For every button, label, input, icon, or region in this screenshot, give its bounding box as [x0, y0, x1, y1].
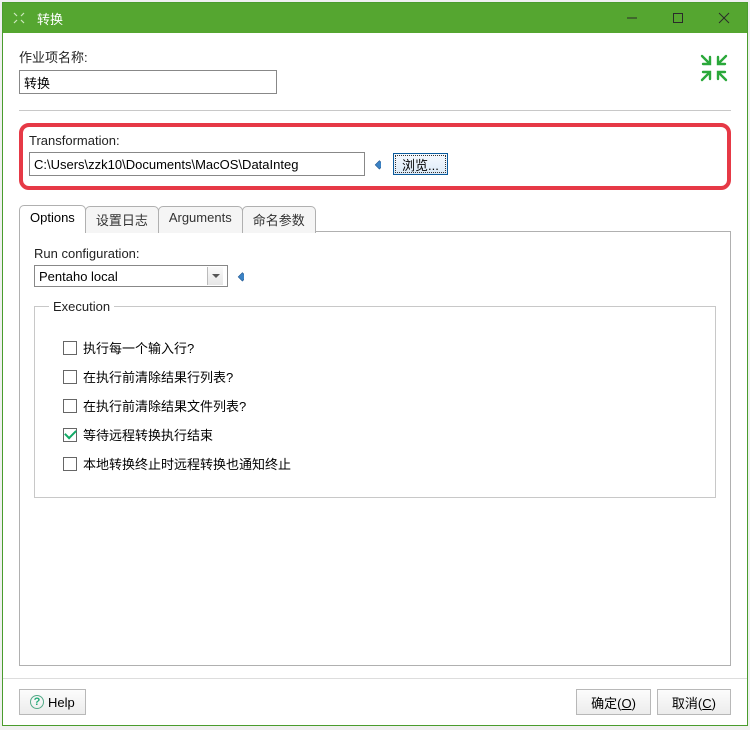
minimize-button[interactable] — [609, 3, 655, 33]
window-buttons — [609, 3, 747, 33]
cancel-button[interactable]: 取消(C) — [657, 689, 731, 715]
browse-button[interactable]: 浏览... — [393, 153, 448, 175]
collapse-icon[interactable] — [699, 53, 729, 86]
checkbox[interactable] — [63, 457, 77, 471]
checkbox[interactable] — [63, 341, 77, 355]
checkbox-row: 执行每一个输入行? — [63, 338, 701, 357]
tab-options[interactable]: Options — [19, 205, 86, 232]
dialog-body: 作业项名称: Transformation: 浏览... Options 设置日… — [3, 33, 747, 678]
titlebar: 转换 — [3, 3, 747, 33]
checkbox-row: 在执行前清除结果行列表? — [63, 367, 701, 386]
transformation-highlight: Transformation: 浏览... — [19, 123, 731, 190]
checkbox-label: 等待远程转换执行结束 — [83, 425, 213, 444]
checkbox-label: 执行每一个输入行? — [83, 338, 194, 357]
ok-button[interactable]: 确定(O) — [576, 689, 651, 715]
checkbox[interactable] — [63, 399, 77, 413]
variable-icon[interactable] — [369, 158, 381, 170]
checkbox-row: 在执行前清除结果文件列表? — [63, 396, 701, 415]
execution-group: Execution 执行每一个输入行? 在执行前清除结果行列表? 在执行前清除结果文… — [34, 299, 716, 498]
checkbox-row: 等待远程转换执行结束 — [63, 425, 701, 444]
execution-legend: Execution — [49, 299, 114, 314]
run-config-select[interactable]: Pentaho local — [34, 265, 228, 287]
tab-area: Options 设置日志 Arguments 命名参数 Run configur… — [19, 200, 731, 666]
checkbox[interactable] — [63, 428, 77, 442]
checkbox-label: 本地转换终止时远程转换也通知终止 — [83, 454, 291, 473]
job-name-label: 作业项名称: — [19, 47, 731, 66]
job-name-field: 作业项名称: — [19, 47, 731, 94]
tab-content-options: Run configuration: Pentaho local Executi… — [19, 232, 731, 666]
tabs: Options 设置日志 Arguments 命名参数 — [19, 204, 731, 232]
help-button[interactable]: ? Help — [19, 689, 86, 715]
transformation-path-input[interactable] — [29, 152, 365, 176]
checkbox[interactable] — [63, 370, 77, 384]
help-label: Help — [48, 695, 75, 710]
tab-log[interactable]: 设置日志 — [85, 206, 159, 233]
run-config-label: Run configuration: — [34, 246, 716, 261]
chevron-down-icon — [207, 267, 223, 285]
transformation-label: Transformation: — [29, 133, 717, 148]
maximize-button[interactable] — [655, 3, 701, 33]
tab-arguments[interactable]: Arguments — [158, 206, 243, 233]
titlebar-title: 转换 — [35, 9, 609, 28]
checkbox-label: 在执行前清除结果文件列表? — [83, 396, 246, 415]
dialog-footer: ? Help 确定(O) 取消(C) — [3, 678, 747, 725]
help-icon: ? — [30, 695, 44, 709]
dialog-window: 转换 作业项名称: Transformation: — [2, 2, 748, 726]
checkbox-label: 在执行前清除结果行列表? — [83, 367, 233, 386]
job-name-input[interactable] — [19, 70, 277, 94]
checkbox-row: 本地转换终止时远程转换也通知终止 — [63, 454, 701, 473]
run-config-value: Pentaho local — [39, 269, 118, 284]
app-icon — [9, 8, 29, 28]
separator — [19, 110, 731, 111]
variable-icon[interactable] — [232, 270, 244, 282]
tab-named-params[interactable]: 命名参数 — [242, 206, 316, 233]
close-button[interactable] — [701, 3, 747, 33]
